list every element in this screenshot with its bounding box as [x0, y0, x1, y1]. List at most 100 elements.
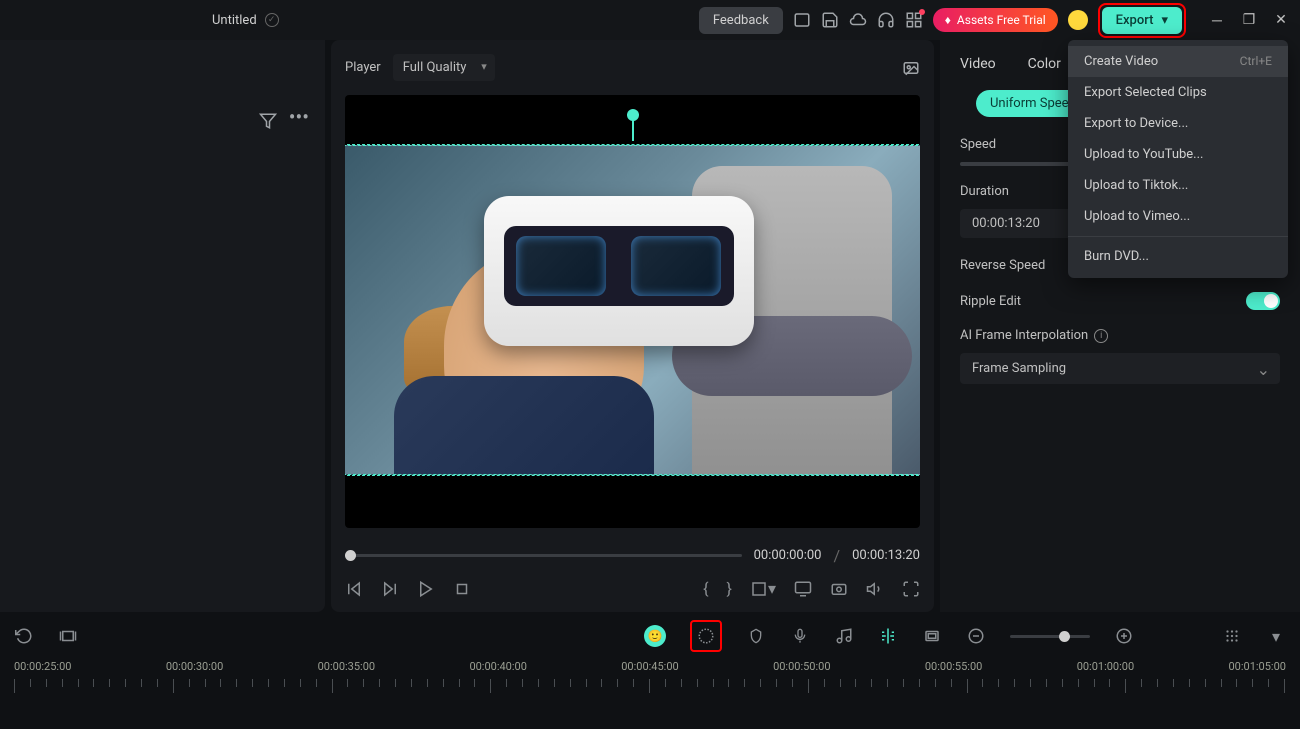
- mark-in-icon[interactable]: {: [703, 579, 708, 598]
- titlebar: Untitled ✓ Feedback ♦ Assets Free Trial …: [0, 0, 1300, 40]
- ruler-tick: [522, 679, 523, 687]
- split-icon[interactable]: [878, 626, 898, 646]
- headphones-icon[interactable]: [877, 11, 895, 29]
- ruler-tick: [824, 679, 825, 687]
- progress-thumb[interactable]: [345, 550, 356, 561]
- ruler-tick: [427, 679, 428, 687]
- ruler-tick: [697, 679, 698, 687]
- ruler-tick: [78, 679, 79, 687]
- progress-slider[interactable]: [345, 554, 742, 557]
- project-title: Untitled: [212, 13, 257, 28]
- ruler-tick: [617, 679, 618, 687]
- ruler-tick: [601, 679, 602, 687]
- ruler-tick: [855, 679, 856, 687]
- ruler-tick: [1014, 679, 1015, 687]
- ruler-tick: [713, 679, 714, 687]
- quality-select[interactable]: Full Quality: [393, 54, 495, 81]
- marker-icon[interactable]: [746, 626, 766, 646]
- ruler-label: 00:00:55:00: [925, 660, 982, 673]
- ruler-tick: [395, 679, 396, 687]
- play-icon[interactable]: [417, 580, 435, 598]
- ruler-tick: [14, 679, 15, 693]
- display-icon[interactable]: [794, 580, 812, 598]
- zoom-thumb[interactable]: [1059, 631, 1070, 642]
- ruler-tick: [157, 679, 158, 687]
- export-menu-burn-dvd[interactable]: Burn DVD...: [1068, 241, 1288, 272]
- ruler-label: 00:01:05:00: [1229, 660, 1286, 673]
- ruler-label: 00:01:00:00: [1077, 660, 1134, 673]
- audio-mixer-icon[interactable]: [834, 626, 854, 646]
- ai-interpolation-select[interactable]: Frame Sampling: [960, 353, 1280, 384]
- minimize-button[interactable]: ─: [1210, 13, 1224, 27]
- export-menu-tiktok[interactable]: Upload to Tiktok...: [1068, 170, 1288, 201]
- export-menu-selected-clips[interactable]: Export Selected Clips: [1068, 77, 1288, 108]
- mark-out-icon[interactable]: }: [727, 579, 732, 598]
- cloud-icon[interactable]: [849, 11, 867, 29]
- ruler-tick: [840, 679, 841, 687]
- ripple-edit-toggle[interactable]: [1246, 292, 1280, 310]
- volume-icon[interactable]: [866, 580, 884, 598]
- ruler-tick: [1189, 679, 1190, 687]
- ruler-tick: [46, 679, 47, 687]
- ruler-tick: [935, 679, 936, 687]
- undo-icon[interactable]: [14, 626, 34, 646]
- ruler-tick: [490, 679, 491, 693]
- ruler-tick: [252, 679, 253, 687]
- ruler-tick: [284, 679, 285, 687]
- export-menu-youtube[interactable]: Upload to YouTube...: [1068, 139, 1288, 170]
- video-preview[interactable]: [345, 95, 920, 528]
- assets-trial-label: Assets Free Trial: [957, 13, 1046, 27]
- export-menu-vimeo[interactable]: Upload to Vimeo...: [1068, 201, 1288, 232]
- filter-icon[interactable]: [259, 112, 277, 130]
- timeline-ruler[interactable]: 00:00:25:0000:00:30:0000:00:35:0000:00:4…: [0, 660, 1300, 700]
- step-forward-icon[interactable]: [381, 580, 399, 598]
- current-time: 00:00:00:00: [754, 548, 822, 563]
- ai-assistant-icon[interactable]: 🙂: [644, 625, 666, 647]
- export-button[interactable]: Export ▾: [1102, 7, 1182, 34]
- ruler-label: 00:00:25:00: [14, 660, 71, 673]
- close-button[interactable]: ✕: [1274, 13, 1288, 27]
- fit-icon[interactable]: [58, 626, 78, 646]
- crop-ratio-icon[interactable]: ▾: [750, 579, 776, 598]
- ruler-tick: [871, 679, 872, 687]
- ruler-tick: [189, 679, 190, 687]
- ruler-tick: [125, 679, 126, 687]
- assets-trial-button[interactable]: ♦ Assets Free Trial: [933, 8, 1058, 32]
- camera-icon[interactable]: [830, 580, 848, 598]
- ruler-tick: [681, 679, 682, 687]
- zoom-out-icon[interactable]: [966, 626, 986, 646]
- tab-video[interactable]: Video: [960, 56, 996, 76]
- layout-icon[interactable]: [793, 11, 811, 29]
- tab-color[interactable]: Color: [1028, 56, 1061, 76]
- video-clip-selection[interactable]: [345, 145, 920, 475]
- grid-view-icon[interactable]: [1222, 626, 1242, 646]
- maximize-button[interactable]: ❐: [1242, 13, 1256, 27]
- feedback-button[interactable]: Feedback: [699, 7, 783, 34]
- voiceover-icon[interactable]: [790, 626, 810, 646]
- export-menu-create-video[interactable]: Create Video Ctrl+E: [1068, 46, 1288, 77]
- theme-icon[interactable]: [1068, 10, 1088, 30]
- snapshot-icon[interactable]: [902, 59, 920, 77]
- info-icon[interactable]: i: [1094, 329, 1108, 343]
- apps-icon[interactable]: [905, 11, 923, 29]
- zoom-slider[interactable]: [1010, 635, 1090, 638]
- save-icon[interactable]: [821, 11, 839, 29]
- crop-icon[interactable]: [922, 626, 942, 646]
- effects-icon[interactable]: [696, 626, 716, 646]
- ruler-tick: [1030, 679, 1031, 687]
- ruler-tick: [1236, 679, 1237, 687]
- ruler-tick: [1094, 679, 1095, 687]
- fullscreen-icon[interactable]: [902, 580, 920, 598]
- more-options-icon[interactable]: •••: [289, 112, 309, 130]
- zoom-in-icon[interactable]: [1114, 626, 1134, 646]
- prev-frame-icon[interactable]: [345, 580, 363, 598]
- stop-icon[interactable]: [453, 580, 471, 598]
- export-menu-device[interactable]: Export to Device...: [1068, 108, 1288, 139]
- ruler-tick: [1252, 679, 1253, 687]
- menu-separator: [1068, 236, 1288, 237]
- view-options-dropdown[interactable]: ▾: [1266, 626, 1286, 646]
- ruler-tick: [205, 679, 206, 687]
- rotate-knob[interactable]: [627, 109, 639, 121]
- time-separator: /: [833, 546, 840, 565]
- ruler-tick: [776, 679, 777, 687]
